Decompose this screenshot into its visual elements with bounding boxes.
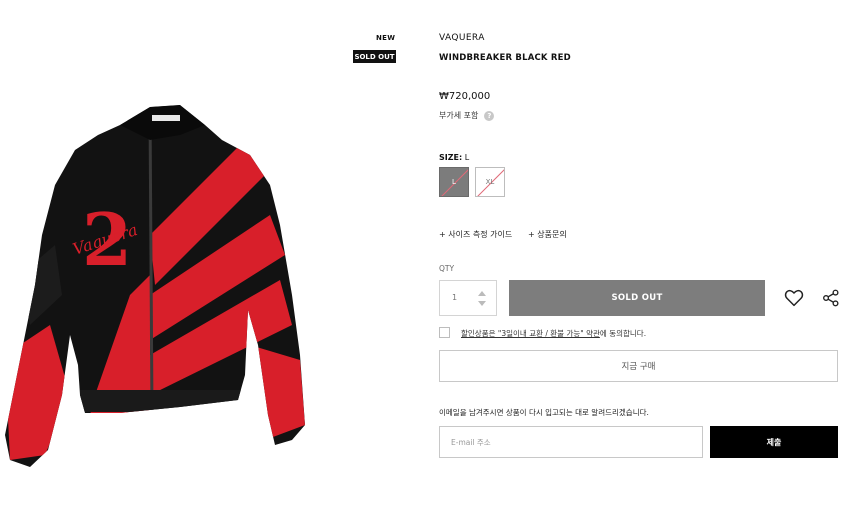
product-image: 2 Vaquera <box>0 95 310 470</box>
vat-note-label: 부가세 포함 <box>439 111 479 120</box>
size-option-l[interactable]: L <box>439 167 469 197</box>
size-label-text: SIZE: <box>439 153 463 162</box>
increment-arrow-icon[interactable] <box>478 291 486 296</box>
product-name: WINDBREAKER BLACK RED <box>439 53 571 63</box>
size-label: SIZE: L <box>439 153 469 162</box>
buy-now-button[interactable]: 지금 구매 <box>439 350 838 382</box>
help-icon[interactable]: ? <box>484 110 495 121</box>
terms-suffix: 에 동의합니다. <box>599 329 647 338</box>
size-option-xl[interactable]: XL <box>475 167 505 197</box>
product-inquiry-link[interactable]: + 상품문의 <box>528 229 567 240</box>
brand-name[interactable]: VAQUERA <box>439 33 485 43</box>
decrement-arrow-icon[interactable] <box>478 301 486 306</box>
submit-button[interactable]: 제출 <box>710 426 838 458</box>
terms-link[interactable]: 할인상품은 "3일이내 교환 / 환불 가능" 약관 <box>461 329 600 338</box>
qty-label: QTY <box>439 264 455 273</box>
quantity-value[interactable]: 1 <box>452 293 457 302</box>
vat-note: 부가세 포함 ? <box>439 110 495 121</box>
quantity-stepper[interactable]: 1 <box>439 280 497 316</box>
sold-out-badge: SOLD OUT <box>353 50 396 63</box>
size-option-l-label: L <box>452 178 456 186</box>
size-selected-value: L <box>464 153 470 162</box>
heart-icon[interactable] <box>784 289 804 307</box>
restock-message: 이메일을 남겨주시면 상품이 다시 입고되는 대로 알려드리겠습니다. <box>439 408 649 417</box>
terms-agreement: 할인상품은 "3일이내 교환 / 환불 가능" 약관에 동의합니다. <box>461 328 646 339</box>
email-field[interactable] <box>439 426 703 458</box>
share-icon[interactable] <box>822 289 840 307</box>
sold-out-button[interactable]: SOLD OUT <box>509 280 765 316</box>
size-guide-link[interactable]: + 사이즈 측정 가이드 <box>439 229 512 240</box>
terms-checkbox[interactable] <box>439 327 450 338</box>
product-price: ₩720,000 <box>439 91 491 102</box>
size-option-xl-label: XL <box>485 178 495 186</box>
new-badge: NEW <box>376 34 396 42</box>
